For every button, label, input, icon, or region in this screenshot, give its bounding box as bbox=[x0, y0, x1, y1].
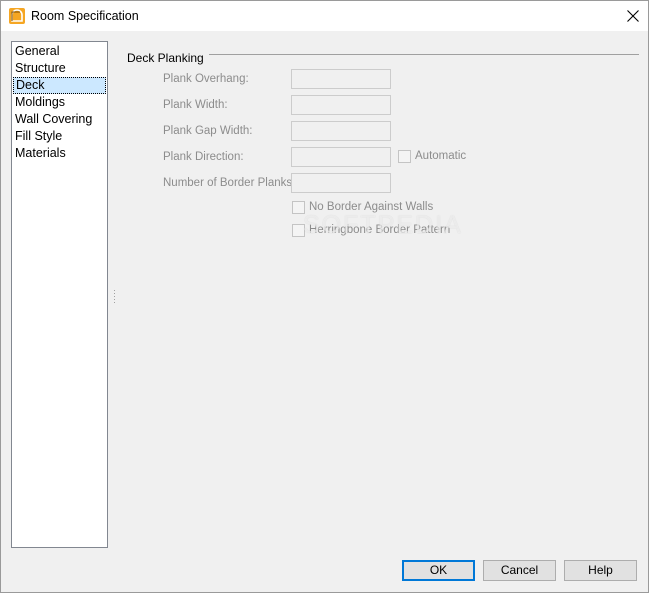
nav-item-deck[interactable]: Deck bbox=[13, 77, 106, 94]
nav-item-wall-covering[interactable]: Wall Covering bbox=[13, 111, 106, 128]
room-specification-dialog: Room Specification General Structure Dec… bbox=[0, 0, 649, 593]
plank-width-input[interactable] bbox=[291, 95, 391, 115]
cancel-button[interactable]: Cancel bbox=[483, 560, 556, 581]
plank-direction-input[interactable] bbox=[291, 147, 391, 167]
softpedia-watermark: SOFTPEDIA bbox=[303, 211, 463, 239]
plank-gap-width-label: Plank Gap Width: bbox=[163, 125, 253, 137]
ok-button[interactable]: OK bbox=[402, 560, 475, 581]
title-bar[interactable]: Room Specification bbox=[1, 1, 648, 31]
nav-item-fill-style[interactable]: Fill Style bbox=[13, 128, 106, 145]
splitter-grip-icon[interactable] bbox=[114, 290, 116, 304]
plank-overhang-input[interactable] bbox=[291, 69, 391, 89]
plank-overhang-label: Plank Overhang: bbox=[163, 73, 249, 85]
plank-gap-width-input[interactable] bbox=[291, 121, 391, 141]
help-button[interactable]: Help bbox=[564, 560, 637, 581]
group-title-deck-planking: Deck Planking bbox=[127, 51, 209, 65]
nav-item-moldings[interactable]: Moldings bbox=[13, 94, 106, 111]
nav-item-materials[interactable]: Materials bbox=[13, 145, 106, 162]
window-title: Room Specification bbox=[31, 9, 139, 23]
close-button[interactable] bbox=[618, 1, 648, 31]
nav-item-general[interactable]: General bbox=[13, 43, 106, 60]
border-planks-input[interactable] bbox=[291, 173, 391, 193]
nav-item-structure[interactable]: Structure bbox=[13, 60, 106, 77]
plank-width-label: Plank Width: bbox=[163, 99, 228, 111]
app-icon bbox=[9, 8, 25, 24]
close-icon bbox=[627, 10, 639, 22]
border-planks-label: Number of Border Planks: bbox=[163, 177, 296, 189]
category-list[interactable]: General Structure Deck Moldings Wall Cov… bbox=[11, 41, 108, 548]
plank-direction-label: Plank Direction: bbox=[163, 151, 244, 163]
automatic-checkbox[interactable] bbox=[398, 150, 411, 163]
automatic-label[interactable]: Automatic bbox=[415, 150, 466, 162]
